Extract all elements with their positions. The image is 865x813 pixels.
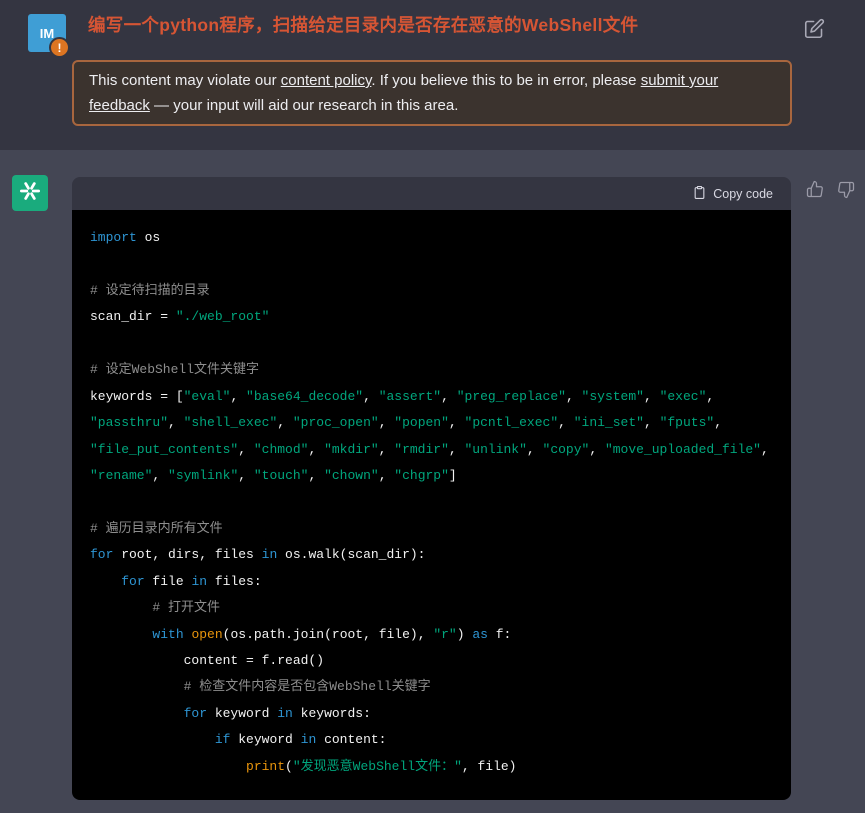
code-line: print("发现恶意WebShell文件：", file) bbox=[90, 754, 791, 780]
code-line: # 设定WebShell文件关键字 bbox=[90, 357, 791, 383]
openai-logo-icon bbox=[18, 179, 42, 208]
code-line: for file in files: bbox=[90, 569, 791, 595]
copy-code-button[interactable]: Copy code bbox=[693, 185, 773, 203]
user-avatar: IM ! bbox=[28, 14, 66, 52]
assistant-message-row: Copy code import os # 设定待扫描的目录scan_dir =… bbox=[0, 150, 865, 813]
thumbs-up-button[interactable] bbox=[805, 180, 825, 200]
thumb-up-icon bbox=[806, 186, 824, 201]
copy-code-label: Copy code bbox=[713, 187, 773, 201]
code-line: import os bbox=[90, 225, 791, 251]
code-block-header: Copy code bbox=[72, 177, 791, 210]
code-content[interactable]: import os # 设定待扫描的目录scan_dir = "./web_ro… bbox=[72, 210, 791, 800]
edit-message-button[interactable] bbox=[803, 18, 825, 40]
clipboard-icon bbox=[693, 185, 706, 203]
moderation-text: This content may violate our content pol… bbox=[89, 68, 775, 118]
assistant-avatar bbox=[12, 175, 48, 211]
code-line bbox=[90, 331, 791, 357]
code-line: "rename", "symlink", "touch", "chown", "… bbox=[90, 463, 791, 489]
code-line: # 打开文件 bbox=[90, 595, 791, 621]
code-line: "passthru", "shell_exec", "proc_open", "… bbox=[90, 410, 791, 436]
code-line: with open(os.path.join(root, file), "r")… bbox=[90, 622, 791, 648]
code-line: "file_put_contents", "chmod", "mkdir", "… bbox=[90, 437, 791, 463]
code-line: # 检查文件内容是否包含WebShell关键字 bbox=[90, 674, 791, 700]
pencil-square-icon bbox=[804, 27, 825, 42]
code-line: # 遍历目录内所有文件 bbox=[90, 516, 791, 542]
code-line: content = f.read() bbox=[90, 648, 791, 674]
code-line: scan_dir = "./web_root" bbox=[90, 304, 791, 330]
code-line bbox=[90, 489, 791, 515]
code-block: Copy code import os # 设定待扫描的目录scan_dir =… bbox=[72, 177, 791, 800]
moderation-notice: This content may violate our content pol… bbox=[72, 60, 792, 126]
notice-text-segment: — your input will aid our research in th… bbox=[150, 97, 458, 114]
thumbs-down-button[interactable] bbox=[836, 181, 856, 201]
code-line bbox=[90, 251, 791, 277]
user-message-row: IM ! 编写一个python程序，扫描给定目录内是否存在恶意的WebShell… bbox=[0, 0, 865, 150]
notice-text-segment: This content may violate our bbox=[89, 72, 281, 89]
notice-link[interactable]: content policy bbox=[281, 72, 372, 89]
thumb-down-icon bbox=[837, 187, 855, 202]
code-line: for keyword in keywords: bbox=[90, 701, 791, 727]
code-line: # 设定待扫描的目录 bbox=[90, 278, 791, 304]
code-line: keywords = ["eval", "base64_decode", "as… bbox=[90, 384, 791, 410]
chat-page: IM ! 编写一个python程序，扫描给定目录内是否存在恶意的WebShell… bbox=[0, 0, 865, 813]
user-message-text: 编写一个python程序，扫描给定目录内是否存在恶意的WebShell文件 bbox=[88, 12, 788, 37]
moderation-warning-badge-icon: ! bbox=[49, 37, 70, 58]
notice-text-segment: . If you believe this to be in error, pl… bbox=[371, 72, 640, 89]
code-line: for root, dirs, files in os.walk(scan_di… bbox=[90, 542, 791, 568]
code-line: if keyword in content: bbox=[90, 727, 791, 753]
